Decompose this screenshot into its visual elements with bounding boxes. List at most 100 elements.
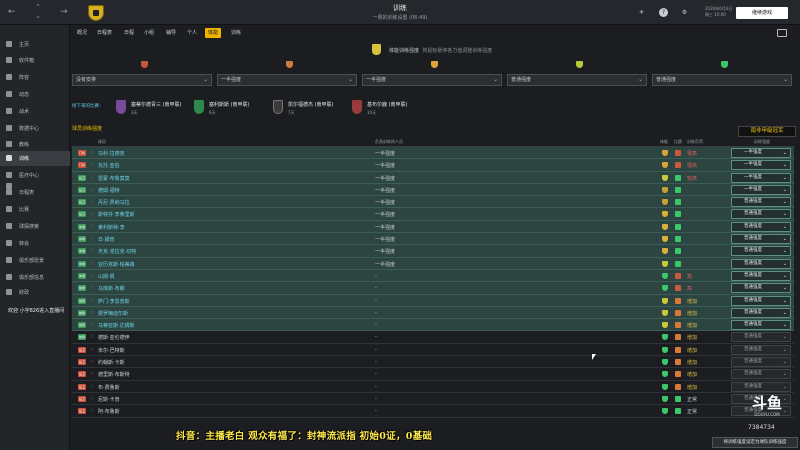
intensity-dropdown[interactable]: 普通强度 ⌄ bbox=[731, 197, 791, 208]
col-coach[interactable]: 负责训练的人员 bbox=[375, 139, 403, 145]
sidebar-item-finance[interactable]: 财政 bbox=[0, 285, 70, 300]
table-row[interactable]: 前锋 ☆ 费罗梅迪尔斯 - 增加 普通强度 ⌄ bbox=[72, 306, 794, 320]
player-name[interactable]: 费罗梅迪尔斯 bbox=[98, 310, 128, 317]
table-row[interactable]: 中场 ☆ 山姆·佩 - 高 普通强度 ⌄ bbox=[72, 269, 794, 283]
table-row[interactable]: 后卫 ☆ 雷蒙·布鲁莫莫 一半强度 较高 一半强度 ⌄ bbox=[72, 171, 794, 184]
intensity-select-1[interactable]: 没有安排 ⌄ bbox=[72, 74, 212, 86]
intensity-dropdown[interactable]: 一半强度 ⌄ bbox=[731, 148, 791, 158]
player-name[interactable]: 约翰斯·卡斯 bbox=[98, 359, 125, 366]
intensity-select-5[interactable]: 普通强度 ⌄ bbox=[652, 74, 792, 86]
col-player[interactable]: 球员 bbox=[98, 139, 106, 145]
intensity-dropdown[interactable]: 普通强度 ⌄ bbox=[731, 221, 791, 232]
intensity-select-4[interactable]: 普通强度 ⌄ bbox=[507, 74, 647, 86]
player-name[interactable]: 布·费鲁斯 bbox=[98, 384, 120, 391]
sidebar-item-club-info[interactable]: 俱乐部信息 bbox=[0, 270, 70, 285]
history-chevrons-icon[interactable]: ⌃ ⌄ bbox=[35, 3, 41, 21]
intensity-dropdown[interactable]: 普通强度 ⌄ bbox=[731, 369, 791, 380]
shortlist-star-icon[interactable]: ☆ bbox=[90, 199, 94, 205]
player-name[interactable]: 亚历克斯·帕蒂森 bbox=[98, 261, 135, 268]
help-icon[interactable]: ? bbox=[659, 8, 668, 17]
shortlist-star-icon[interactable]: ☆ bbox=[90, 248, 94, 254]
shortlist-star-icon[interactable]: ☆ bbox=[90, 396, 94, 402]
intensity-dropdown[interactable]: 普通强度 ⌄ bbox=[731, 283, 791, 294]
tab-intensity[interactable]: 体能 bbox=[205, 28, 222, 38]
settings-gear-icon[interactable]: ⚙ bbox=[680, 8, 689, 17]
player-name[interactable]: 丹尼·费纳马拉 bbox=[98, 199, 130, 206]
forward-arrow-icon[interactable]: → bbox=[60, 8, 68, 17]
table-row[interactable]: 后卫 ☆ 德姆·福特 一半强度 一半强度 ⌄ bbox=[72, 183, 794, 197]
sidebar-item-home[interactable]: 主页 bbox=[0, 37, 70, 52]
table-row[interactable]: 后卫 ☆ 德里斯·布斯特 - 增加 普通强度 ⌄ bbox=[72, 368, 794, 381]
player-name[interactable]: 德斯·亚伦德伊 bbox=[98, 334, 130, 341]
shortlist-star-icon[interactable]: ☆ bbox=[90, 384, 94, 390]
player-name[interactable]: 马库斯·布朗 bbox=[98, 285, 125, 292]
sidebar-item-staff[interactable]: 教练 bbox=[0, 137, 70, 152]
shortlist-star-icon[interactable]: ☆ bbox=[90, 273, 94, 279]
table-row[interactable]: 前锋 ☆ 萨门·李恩普斯 - 增加 普通强度 ⌄ bbox=[72, 294, 794, 307]
tab-coaching[interactable]: 辅导 bbox=[163, 28, 179, 38]
player-name[interactable]: 日·姆普 bbox=[98, 236, 115, 243]
sidebar-item-training[interactable]: 训练 bbox=[0, 151, 70, 166]
player-name[interactable]: 山姆·佩 bbox=[98, 273, 115, 280]
sidebar-item-dynamics[interactable]: 动态 bbox=[0, 87, 70, 102]
player-name[interactable]: 德姆·福特 bbox=[98, 187, 120, 194]
player-name[interactable]: 雷蒙·布鲁莫莫 bbox=[98, 175, 130, 182]
shortlist-star-icon[interactable]: ☆ bbox=[90, 322, 94, 328]
player-name[interactable]: 杰克·克拉克·切特 bbox=[98, 248, 136, 255]
shortlist-star-icon[interactable]: ☆ bbox=[90, 211, 94, 217]
sidebar-item-scouting-search[interactable]: 球探搜索 bbox=[0, 219, 70, 234]
player-name[interactable]: 马蒂亚斯·达姆斯 bbox=[98, 322, 135, 329]
club-badge[interactable] bbox=[88, 5, 104, 21]
player-name[interactable]: 斯特芬·李弗里斯 bbox=[98, 211, 135, 218]
tab-schedules[interactable]: 日程 bbox=[121, 28, 137, 38]
player-name[interactable]: 米尔·巴特斯 bbox=[98, 347, 125, 354]
sidebar-item-club-vision[interactable]: 俱乐部愿景 bbox=[0, 253, 70, 268]
intensity-dropdown[interactable]: 普通强度 ⌄ bbox=[731, 270, 791, 281]
shortlist-star-icon[interactable]: ☆ bbox=[90, 371, 94, 377]
apply-team-intensity-button[interactable]: 将训练强度设定为球队训练强度 bbox=[712, 437, 798, 448]
intensity-dropdown[interactable]: 一半强度 ⌄ bbox=[731, 172, 791, 183]
col-rating[interactable]: 训练负荷 bbox=[687, 139, 703, 145]
shortlist-star-icon[interactable]: ☆ bbox=[90, 224, 94, 230]
player-name[interactable]: 瓦托·亚伯 bbox=[98, 162, 120, 169]
intensity-dropdown[interactable]: 普通强度 ⌄ bbox=[731, 258, 791, 269]
intensity-dropdown[interactable]: 普通强度 ⌄ bbox=[731, 307, 791, 318]
intensity-dropdown[interactable]: 普通强度 ⌄ bbox=[731, 246, 791, 257]
table-row[interactable]: 门将 ☆ 瓦托·亚伯 一半强度 很高 一半强度 ⌄ bbox=[72, 159, 794, 172]
shortlist-star-icon[interactable]: ☆ bbox=[90, 261, 94, 267]
sidebar-item-competitions[interactable]: 比赛 bbox=[0, 202, 70, 217]
shortlist-star-icon[interactable]: ☆ bbox=[90, 236, 94, 242]
shortlist-star-icon[interactable]: ☆ bbox=[90, 150, 94, 156]
intensity-dropdown[interactable]: 普通强度 ⌄ bbox=[731, 320, 791, 331]
table-row[interactable]: 后卫 ☆ 尼斯·卡普 - 正常 普通强度 ⌄ bbox=[72, 393, 794, 406]
tab-individual[interactable]: 个人 bbox=[184, 28, 200, 38]
intensity-dropdown[interactable]: 一半强度 ⌄ bbox=[731, 160, 791, 171]
shortlist-star-icon[interactable]: ☆ bbox=[90, 310, 94, 316]
intensity-dropdown[interactable]: 一半强度 ⌄ bbox=[731, 184, 791, 195]
intensity-dropdown[interactable]: 普通强度 ⌄ bbox=[731, 332, 791, 343]
player-name[interactable]: 阿·布鲁斯 bbox=[98, 408, 120, 415]
calendar-icon[interactable] bbox=[777, 29, 787, 37]
table-row[interactable]: 前锋 ☆ 马库斯·布朗 - 高 普通强度 ⌄ bbox=[72, 282, 794, 295]
shortlist-star-icon[interactable]: ☆ bbox=[90, 334, 94, 340]
sidebar-item-squad[interactable]: 阵容 bbox=[0, 70, 70, 85]
sidebar-item-schedule[interactable]: 日程表 bbox=[0, 185, 70, 200]
table-row[interactable]: 前锋 ☆ 德斯·亚伦德伊 - 增加 普通强度 ⌄ bbox=[72, 331, 794, 344]
intensity-select-2[interactable]: 一半强度 ⌄ bbox=[217, 74, 357, 86]
intensity-dropdown[interactable]: 普通强度 ⌄ bbox=[731, 344, 791, 355]
table-row[interactable]: 后卫 ☆ 斯特芬·李弗里斯 一半强度 普通强度 ⌄ bbox=[72, 208, 794, 221]
table-row[interactable]: 后卫 ☆ 米尔·巴特斯 - 增加 普通强度 ⌄ bbox=[72, 344, 794, 357]
intensity-dropdown[interactable]: 普通强度 ⌄ bbox=[731, 295, 791, 306]
sidebar-item-transfers[interactable]: 转会 bbox=[0, 236, 70, 251]
table-row[interactable]: 后卫 ☆ 丹尼·费纳马拉 一半强度 普通强度 ⌄ bbox=[72, 196, 794, 209]
tab-calendar[interactable]: 日程表 bbox=[94, 28, 115, 38]
sidebar-item-data-hub[interactable]: 数据中心 bbox=[0, 121, 70, 136]
continue-button[interactable]: 继续游戏 bbox=[736, 7, 788, 19]
intensity-dropdown[interactable]: 普通强度 ⌄ bbox=[731, 209, 791, 220]
tab-overview[interactable]: 概况 bbox=[74, 28, 90, 38]
back-arrow-icon[interactable]: ← bbox=[8, 8, 16, 17]
col-condition[interactable]: 体能 bbox=[660, 139, 668, 145]
player-name[interactable]: 马科·拉德克 bbox=[98, 150, 125, 157]
intensity-dropdown[interactable]: 普通强度 ⌄ bbox=[731, 357, 791, 368]
table-row[interactable]: 后卫 ☆ 约翰斯·卡斯 - 增加 普通强度 ⌄ bbox=[72, 356, 794, 369]
